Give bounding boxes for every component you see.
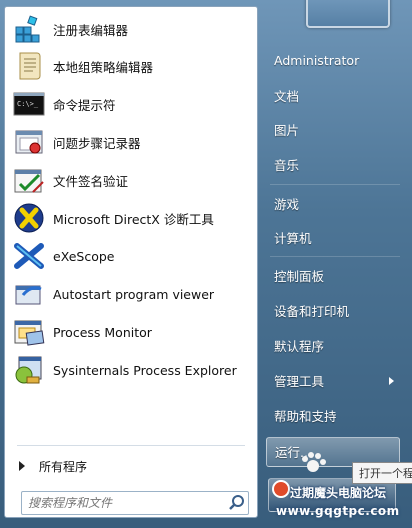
program-label: 注册表编辑器: [53, 22, 129, 38]
programs-pane: 注册表编辑器 本地组策略编辑器 C:\>_ 命令提示符 问题步骤记录器 文件签名…: [4, 6, 258, 518]
autostart-viewer-icon: [13, 278, 45, 310]
program-directx-diag[interactable]: Microsoft DirectX 诊断工具: [5, 199, 257, 237]
music-link[interactable]: 音乐: [266, 151, 400, 181]
program-label: Autostart program viewer: [53, 286, 215, 302]
watermark-url: www.gqgtpc.com: [276, 504, 400, 518]
control-panel-link[interactable]: 控制面板: [266, 262, 400, 292]
devices-printers-link[interactable]: 设备和打印机: [266, 297, 400, 327]
pictures-link[interactable]: 图片: [266, 116, 400, 146]
program-registry-editor[interactable]: 注册表编辑器: [5, 11, 257, 47]
exescope-icon: [13, 240, 45, 272]
program-process-explorer[interactable]: Sysinternals Process Explorer: [5, 351, 257, 389]
program-process-monitor[interactable]: Process Monitor: [5, 313, 257, 351]
pinned-programs-list: 注册表编辑器 本地组策略编辑器 C:\>_ 命令提示符 问题步骤记录器 文件签名…: [5, 11, 257, 389]
program-file-signature[interactable]: 文件签名验证: [5, 161, 257, 199]
program-label: Sysinternals Process Explorer: [53, 362, 237, 378]
paw-cursor-icon: [302, 452, 326, 472]
program-exescope[interactable]: eXeScope: [5, 237, 257, 275]
admin-tools-label: 管理工具: [274, 374, 325, 389]
triangle-right-icon: [19, 461, 25, 471]
chevron-right-icon: [389, 377, 394, 385]
process-monitor-icon: [13, 316, 45, 348]
default-programs-link[interactable]: 默认程序: [266, 332, 400, 362]
program-label: Process Monitor: [53, 324, 152, 340]
games-link[interactable]: 游戏: [266, 190, 400, 220]
computer-link[interactable]: 计算机: [266, 224, 400, 254]
program-group-policy[interactable]: 本地组策略编辑器: [5, 47, 257, 85]
admin-tools-link[interactable]: 管理工具: [266, 367, 400, 397]
registry-editor-icon: [13, 13, 45, 45]
all-programs-label: 所有程序: [39, 459, 88, 474]
search-input[interactable]: [22, 493, 226, 513]
program-label: 问题步骤记录器: [53, 135, 141, 151]
group-policy-icon: [13, 50, 45, 82]
start-menu: 注册表编辑器 本地组策略编辑器 C:\>_ 命令提示符 问题步骤记录器 文件签名…: [0, 0, 412, 528]
help-support-link[interactable]: 帮助和支持: [266, 402, 400, 432]
all-programs-button[interactable]: 所有程序: [17, 453, 87, 479]
program-label: 文件签名验证: [53, 173, 129, 189]
forum-logo-icon: [272, 480, 290, 498]
program-steps-recorder[interactable]: 问题步骤记录器: [5, 123, 257, 161]
search-box[interactable]: [21, 491, 249, 515]
search-icon[interactable]: [226, 493, 248, 513]
cmd-icon-text: C:\>_: [17, 100, 39, 108]
watermark-title: 过期魔头电脑论坛: [290, 486, 387, 500]
program-command-prompt[interactable]: C:\>_ 命令提示符: [5, 85, 257, 123]
program-label: 本地组策略编辑器: [53, 59, 154, 75]
program-label: 命令提示符: [53, 97, 116, 113]
steps-recorder-icon: [13, 126, 45, 158]
file-signature-icon: [13, 164, 45, 196]
process-explorer-icon: [13, 354, 45, 386]
all-programs-divider: [17, 445, 245, 446]
forum-watermark: 过期魔头电脑论坛 www.gqgtpc.com: [270, 474, 410, 524]
program-autostart-viewer[interactable]: Autostart program viewer: [5, 275, 257, 313]
user-folder-link[interactable]: Administrator: [266, 46, 400, 76]
documents-link[interactable]: 文档: [266, 82, 400, 112]
right-separator: [270, 184, 400, 185]
program-label: eXeScope: [53, 248, 115, 264]
directx-icon: [13, 202, 45, 234]
program-label: Microsoft DirectX 诊断工具: [53, 211, 214, 227]
command-prompt-icon: C:\>_: [13, 88, 45, 120]
right-separator: [270, 256, 400, 257]
